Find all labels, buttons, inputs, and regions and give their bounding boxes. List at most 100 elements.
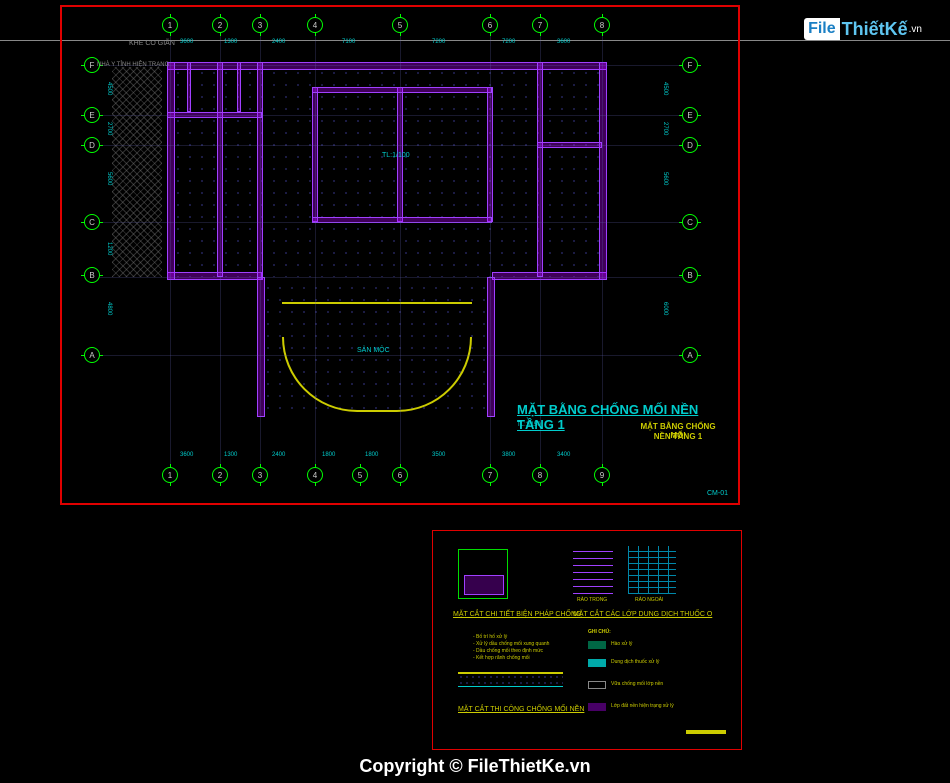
gridline-hd [92, 145, 682, 146]
axis-top-3: 3 [252, 17, 268, 33]
copyright-text: Copyright © FileThietKe.vn [0, 756, 950, 777]
wall-right [599, 62, 607, 280]
drawing-sheet-2: MẶT CẮT CHI TIẾT BIỆN PHÁP CHỐNG RÀO TRO… [432, 530, 742, 750]
note-3: - Dầu chống mối theo định mức [473, 648, 543, 654]
dim-bot-7: 3800 [502, 452, 515, 458]
axis-top-2: 2 [212, 17, 228, 33]
wall-bot-left [167, 272, 262, 280]
dim-top-5: 7200 [432, 39, 445, 45]
gridline-hf [92, 65, 682, 66]
axis-top-4: 4 [307, 17, 323, 33]
label-san: SẢN MỘC [357, 347, 390, 354]
dim-right-3: 5600 [662, 172, 668, 185]
dim-bot-5: 1800 [365, 452, 378, 458]
note-1: - Bố trí hố xử lý [473, 634, 507, 640]
note-4: - Kết hợp rãnh chống mối [473, 655, 530, 661]
gridline-hb [92, 277, 682, 278]
legend-text-3: Vữa chống mối lớp nền [611, 681, 663, 687]
scale-bar [686, 730, 726, 734]
dim-top-6: 7200 [502, 39, 515, 45]
dim-top-2: 1300 [224, 39, 237, 45]
rao-out-lines [628, 546, 676, 594]
axis-left-b: B [84, 267, 100, 283]
axis-left-c: C [84, 214, 100, 230]
axis-right-e: E [682, 107, 698, 123]
rao-out-label: RÀO NGOÀI [635, 597, 663, 603]
axis-top-5: 5 [392, 17, 408, 33]
axis-bot-4b: 5 [352, 467, 368, 483]
dim-top-7: 3600 [557, 39, 570, 45]
detail-2-title: MẶT CẮT CÁC LỚP DUNG DỊCH THUỐC O [573, 611, 712, 618]
logo: File ThiếtKế .vn [804, 18, 922, 40]
axis-right-c: C [682, 214, 698, 230]
axis-left-d: D [84, 137, 100, 153]
legend-text-1: Hào xử lý [611, 641, 632, 647]
label-nha: NHÀ Y TỈNH HIỆN TRẠNG [97, 62, 169, 68]
legend-text-4: Lớp đất nền hiện trạng xử lý [611, 703, 674, 709]
dim-bot-3: 2400 [272, 452, 285, 458]
drawing-scale: TL:1/150 [517, 422, 541, 428]
gridline-hc [92, 222, 682, 223]
dim-bot-1: 3600 [180, 452, 193, 458]
gridline-ha [92, 355, 682, 356]
axis-top-6: 6 [482, 17, 498, 33]
legend-box-3 [588, 681, 606, 689]
wall-bot-right [492, 272, 607, 280]
axis-right-f: F [682, 57, 698, 73]
axis-right-b: B [682, 267, 698, 283]
logo-file-part: File [804, 18, 840, 40]
section-dots [458, 674, 563, 686]
legend-title: GHI CHÚ: [588, 629, 611, 635]
logo-thietke-part: ThiếtKế [842, 19, 908, 40]
wall-int-sm1 [187, 62, 191, 112]
gridline-v6 [490, 32, 491, 467]
note-2: - Xử lý dầu chống mối xung quanh [473, 641, 549, 647]
section-box [458, 666, 563, 691]
section-line-top [458, 672, 563, 674]
wall-int-sm2 [237, 62, 241, 112]
dim-left-1: 4500 [106, 82, 112, 95]
axis-right-d: D [682, 137, 698, 153]
axis-bot-3: 3 [252, 467, 268, 483]
detail-3-title: MẶT CẮT THI CÔNG CHỐNG MỐI NỀN [458, 706, 584, 713]
dim-top-1: 3600 [180, 39, 193, 45]
axis-bot-6: 7 [482, 467, 498, 483]
logo-vn-part: .vn [909, 24, 922, 35]
dim-top-3: 2400 [272, 39, 285, 45]
rao-in-lines [573, 546, 613, 594]
dim-left-3: 5600 [106, 172, 112, 185]
stage-line [282, 302, 472, 304]
axis-top-8: 8 [594, 17, 610, 33]
dim-right-2: 2700 [662, 122, 668, 135]
rao-in-label: RÀO TRONG [577, 597, 607, 603]
axis-left-e: E [84, 107, 100, 123]
dim-right-4: 6000 [662, 302, 668, 315]
dim-bot-6: 3500 [432, 452, 445, 458]
wall-lower-left [257, 277, 265, 417]
drawing-sheet-1: 1 2 3 4 5 6 7 8 1 2 3 4 5 6 7 8 9 F E D … [60, 5, 740, 505]
legend-text-2: Dung dịch thuốc xử lý [611, 659, 659, 665]
axis-left-a: A [84, 347, 100, 363]
rao-out-box [628, 546, 676, 594]
gridline-v5 [400, 32, 401, 467]
detail-1-fill [464, 575, 504, 595]
gridline-v2 [220, 32, 221, 467]
gridline-v1 [170, 32, 171, 467]
detail-1-box [458, 549, 508, 599]
label-khe: KHE CO GIÃN [129, 40, 175, 47]
dim-left-4: 1200 [106, 242, 112, 255]
wall-lower-right [487, 277, 495, 417]
gridline-v3 [260, 32, 261, 467]
sheet-id: CM-01 [707, 490, 728, 497]
axis-top-7: 7 [532, 17, 548, 33]
gridline-v4 [315, 32, 316, 467]
axis-top-1: 1 [162, 17, 178, 33]
detail-1-title: MẶT CẮT CHI TIẾT BIỆN PHÁP CHỐNG [453, 611, 582, 618]
axis-bot-5: 6 [392, 467, 408, 483]
legend-box-1 [588, 641, 606, 649]
gridline-he [92, 115, 682, 116]
dim-bot-2: 1300 [224, 452, 237, 458]
dim-bot-4: 1800 [322, 452, 335, 458]
dim-top-4: 7100 [342, 39, 355, 45]
legend-box-4 [588, 703, 606, 711]
